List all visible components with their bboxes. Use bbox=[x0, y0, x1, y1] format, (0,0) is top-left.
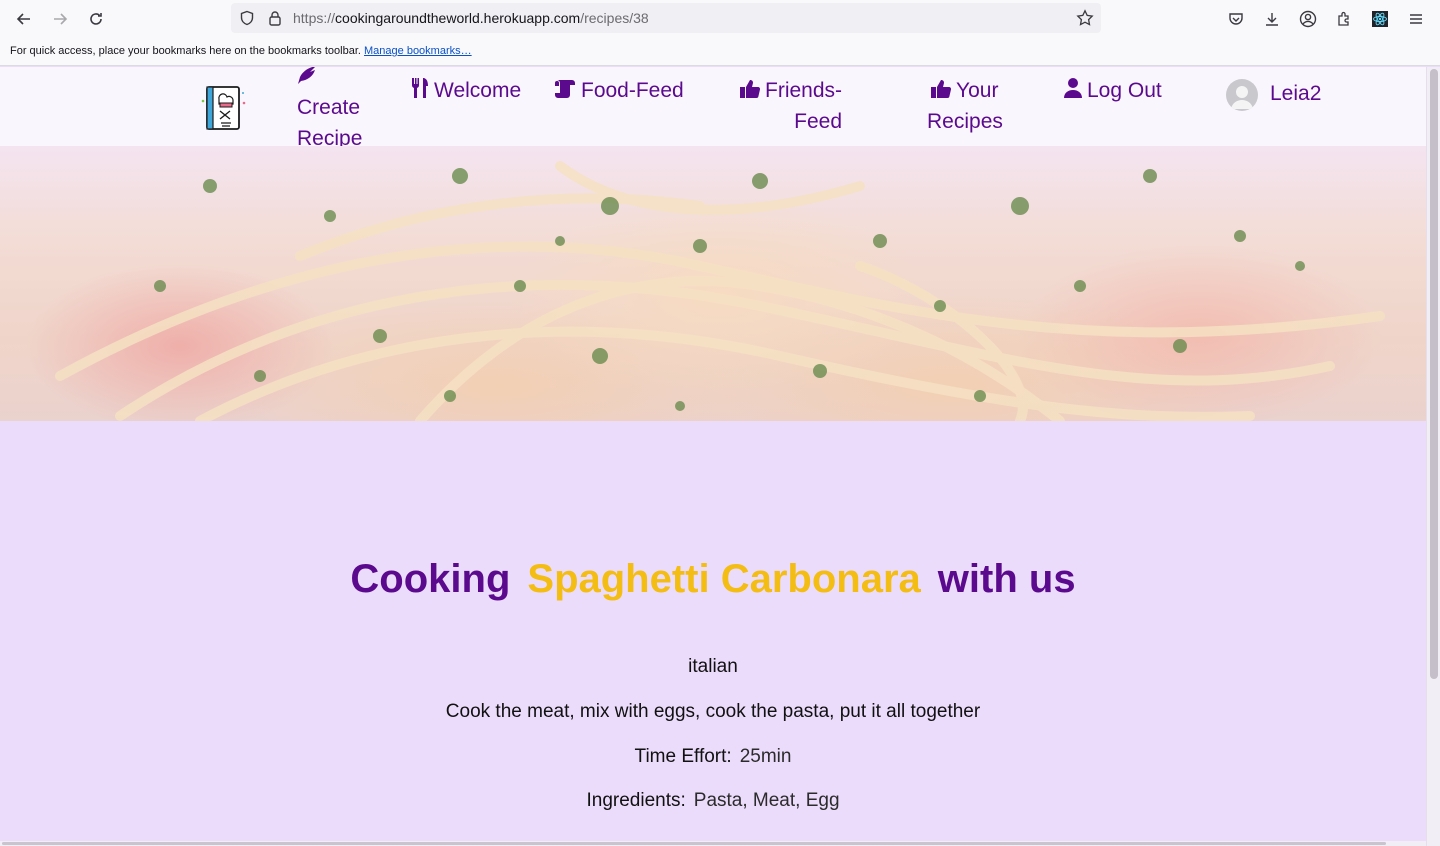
time-value: 25min bbox=[739, 746, 792, 767]
react-devtools-icon[interactable] bbox=[1368, 7, 1392, 31]
scroll-icon bbox=[555, 80, 575, 98]
nav-create-line1: Create bbox=[297, 96, 361, 119]
bookmarks-toolbar: For quick access, place your bookmarks h… bbox=[0, 38, 1440, 66]
nav-friends-line1: Friends- bbox=[765, 79, 843, 102]
bookmarks-message-text: For quick access, place your bookmarks h… bbox=[10, 45, 361, 57]
nav-create-recipe[interactable]: Create Recipe bbox=[297, 67, 362, 154]
nav-friends-feed[interactable]: Friends- Feed bbox=[739, 75, 842, 137]
nav-log-out[interactable]: Log Out bbox=[1063, 75, 1162, 106]
vertical-scrollbar[interactable] bbox=[1426, 67, 1440, 846]
recipe-ingredients: Ingredients: Pasta, Meat, Egg bbox=[0, 790, 1426, 812]
bookmark-star-icon[interactable] bbox=[1073, 6, 1097, 30]
ingredients-label: Ingredients: bbox=[586, 790, 686, 811]
thumbs-up-icon bbox=[931, 80, 952, 99]
horizontal-scrollbar[interactable] bbox=[0, 841, 1426, 846]
recipe-description: Cook the meat, mix with eggs, cook the p… bbox=[445, 701, 981, 722]
feather-icon bbox=[298, 67, 315, 84]
recipe-time: Time Effort: 25min bbox=[0, 746, 1426, 768]
nav-your-line2: Recipes bbox=[927, 110, 1003, 133]
nav-welcome[interactable]: Welcome bbox=[410, 75, 521, 106]
url-bar[interactable]: https://cookingaroundtheworld.herokuapp.… bbox=[231, 3, 1101, 33]
manage-bookmarks-link[interactable]: Manage bookmarks… bbox=[364, 45, 472, 57]
recipe-cuisine: italian bbox=[688, 656, 738, 677]
user-icon bbox=[1064, 78, 1082, 98]
site-navbar: Create Recipe Welcome Food-Feed Friends-… bbox=[0, 67, 1426, 150]
hero-overlay bbox=[0, 146, 1426, 421]
lock-icon[interactable] bbox=[263, 6, 287, 30]
horizontal-scroll-thumb[interactable] bbox=[2, 842, 1386, 845]
download-icon[interactable] bbox=[1260, 7, 1284, 31]
pocket-icon[interactable] bbox=[1224, 7, 1248, 31]
url-host: cookingaroundtheworld.herokuapp.com bbox=[335, 10, 581, 26]
vertical-scroll-thumb[interactable] bbox=[1430, 69, 1438, 679]
page-title: Cooking Spaghetti Carbonara with us bbox=[0, 557, 1426, 602]
extensions-icon[interactable] bbox=[1332, 7, 1356, 31]
reload-icon[interactable] bbox=[84, 7, 108, 31]
nav-your-recipes[interactable]: Your Recipes bbox=[927, 75, 1003, 137]
ingredients-value: Pasta, Meat, Egg bbox=[693, 790, 840, 811]
url-path: /recipes/38 bbox=[580, 10, 649, 26]
menu-icon[interactable] bbox=[1404, 7, 1428, 31]
nav-welcome-label: Welcome bbox=[434, 79, 522, 102]
nav-food-feed[interactable]: Food-Feed bbox=[553, 75, 684, 106]
avatar[interactable] bbox=[1226, 79, 1258, 111]
utensils-icon bbox=[411, 78, 428, 98]
back-arrow-icon[interactable] bbox=[12, 7, 36, 31]
thumbs-up-icon bbox=[740, 80, 761, 99]
time-label: Time Effort: bbox=[634, 746, 732, 767]
page-viewport: Create Recipe Welcome Food-Feed Friends-… bbox=[0, 67, 1426, 841]
nav-friends-line2: Feed bbox=[794, 110, 843, 133]
nav-username[interactable]: Leia2 bbox=[1270, 78, 1321, 109]
title-prefix: Cooking bbox=[350, 557, 511, 601]
nav-food-feed-label: Food-Feed bbox=[581, 79, 684, 102]
title-suffix: with us bbox=[937, 557, 1076, 601]
nav-logout-label: Log Out bbox=[1087, 79, 1162, 102]
shield-icon[interactable] bbox=[235, 6, 259, 30]
forward-arrow-icon[interactable] bbox=[48, 7, 72, 31]
browser-toolbar: https://cookingaroundtheworld.herokuapp.… bbox=[0, 0, 1440, 38]
url-text[interactable]: https://cookingaroundtheworld.herokuapp.… bbox=[293, 10, 649, 26]
url-prefix: https:// bbox=[293, 10, 336, 26]
account-icon[interactable] bbox=[1296, 7, 1320, 31]
recipe-name: Spaghetti Carbonara bbox=[527, 557, 921, 601]
site-logo[interactable] bbox=[201, 83, 247, 133]
hero-image bbox=[0, 146, 1426, 421]
nav-your-line1: Your bbox=[956, 79, 999, 102]
bookmarks-message: For quick access, place your bookmarks h… bbox=[10, 45, 472, 57]
